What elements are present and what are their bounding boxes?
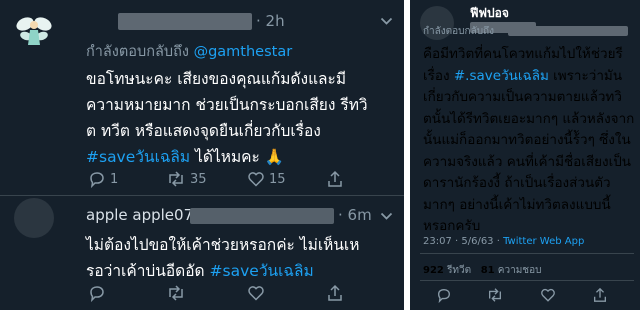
fairy-avatar-icon	[16, 17, 52, 45]
tweet-timestamp: 23:07 · 5/6/63 ·	[423, 236, 500, 247]
retweets-count: 922	[423, 265, 444, 276]
tweet-text-line: ไม่ต้องไปขอให้เค้าช่วยหรอกค่ะ ไม่เห็นเห	[86, 236, 360, 254]
divider	[420, 253, 634, 254]
reply-button[interactable]	[88, 284, 106, 302]
redacted-display-name	[118, 13, 252, 30]
share-button[interactable]	[326, 284, 344, 302]
reply-icon	[90, 286, 104, 302]
share-icon	[594, 287, 606, 302]
tweet-text-line: ต ทวีต หรือแสดงจุดยืนเกี่ยวกับเรื่อง	[86, 122, 321, 140]
tweet-text: ไม่ต้องไปขอให้เค้าช่วยหรอกค่ะ ไม่เห็นเห …	[86, 232, 398, 284]
share-icon	[328, 284, 342, 301]
hashtag-link[interactable]: #saveวันเฉลิม	[86, 148, 190, 166]
chevron-down-icon[interactable]	[380, 212, 393, 221]
heart-icon	[541, 288, 555, 302]
avatar[interactable]	[14, 12, 54, 52]
reply-button[interactable]	[436, 287, 452, 303]
reply-button[interactable]: 1	[88, 170, 118, 188]
like-button[interactable]	[247, 284, 265, 302]
retweets-link[interactable]: 922 รีทวีต	[423, 265, 474, 276]
tweet-text-line: ขอโทษนะคะ เสียงของคุณแก้มดังและมี	[86, 70, 347, 88]
share-icon	[328, 170, 342, 187]
tweet-text-line: รอว่าเค้าบ่นอีดอัด	[86, 262, 205, 280]
reply-prefix: กำลังตอบกลับถึง	[86, 44, 189, 60]
tweet-text-end: ได้ไหมคะ	[195, 148, 260, 166]
heart-icon	[248, 172, 264, 187]
reply-icon	[90, 172, 104, 188]
tweet-text: คือมีทวิตที่คนโควทแก้มไปให้ช่วยรีเรื่อง …	[423, 44, 637, 238]
hashtag-link[interactable]: #saveวันเฉลิม	[210, 262, 314, 280]
share-button[interactable]	[326, 170, 344, 188]
divider	[420, 280, 634, 281]
avatar[interactable]	[14, 198, 54, 238]
like-button[interactable]: 15	[247, 170, 286, 188]
pray-emoji: 🙏	[264, 148, 285, 166]
tweet-time: · 6m	[338, 206, 372, 224]
retweet-button[interactable]	[166, 284, 186, 302]
reply-handle-link[interactable]: @gamthestar	[194, 44, 293, 60]
likes-count: 81	[480, 265, 495, 276]
tweet-meta: 23:07 · 5/6/63 · Twitter Web App	[423, 236, 584, 247]
retweet-icon	[169, 285, 183, 301]
tweet-text-line: ความหมายมาก ช่วยเป็นกระบอกเสียง รีทวิ	[86, 96, 368, 114]
retweets-label: รีทวีต	[447, 265, 472, 276]
likes-link[interactable]: 81 ความชอบ	[481, 265, 542, 276]
reply-icon	[437, 288, 451, 303]
retweet-button[interactable]: 35	[166, 170, 207, 188]
retweet-count: 35	[190, 171, 207, 187]
redacted-reply-handles	[508, 26, 628, 36]
redacted-username	[190, 208, 334, 224]
divider	[0, 195, 404, 196]
client-link[interactable]: Twitter Web App	[503, 236, 584, 247]
tweet-text: ขอโทษนะคะ เสียงของคุณแก้มดังและมี ความหม…	[86, 66, 398, 170]
tweet-stats: 922 รีทวีต 81 ความชอบ	[423, 263, 541, 278]
like-button[interactable]	[540, 287, 556, 303]
reply-context: กำลังตอบกลับถึง @gamthestar	[86, 40, 292, 63]
display-name[interactable]: ฟีฟปอจ	[470, 4, 509, 23]
hashtag-link[interactable]: #.saveวันเฉลิม	[454, 68, 549, 84]
like-count: 15	[269, 171, 286, 187]
display-name[interactable]: apple apple07	[86, 206, 193, 224]
heart-icon	[248, 286, 264, 301]
retweet-button[interactable]	[486, 287, 504, 303]
tweet-thread-panel: · 2h กำลังตอบกลับถึง @gamthestar ขอโทษนะ…	[0, 0, 404, 310]
tweet-time: · 2h	[256, 12, 285, 30]
chevron-down-icon[interactable]	[380, 17, 393, 26]
reply-count: 1	[110, 171, 119, 187]
likes-label: ความชอบ	[497, 265, 542, 276]
reply-prefix: กำลังตอบกลับถึง	[423, 26, 494, 37]
tweet-text-post: เพราะว่ามันเกี่ยวกับความเป็นความตายแล้วท…	[423, 67, 635, 235]
retweet-icon	[489, 288, 501, 302]
share-button[interactable]	[592, 287, 608, 303]
retweet-icon	[169, 171, 183, 187]
